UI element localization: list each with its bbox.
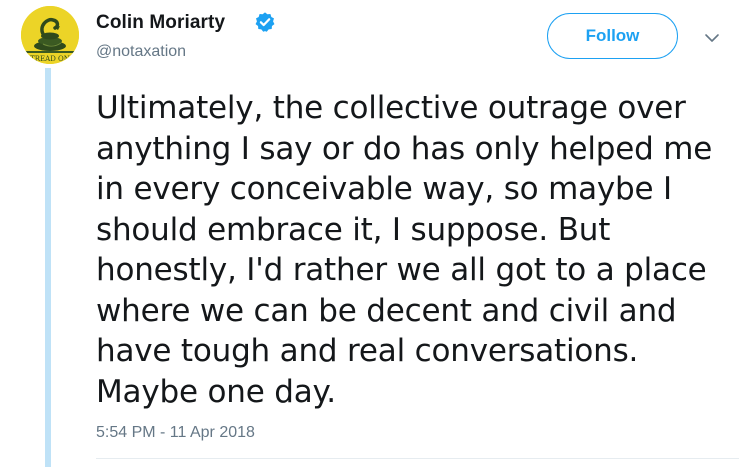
verified-badge-icon [255,12,275,32]
author-handle[interactable]: @notaxation [96,43,186,61]
divider [96,458,739,459]
tweet-text: Ultimately, the collective outrage over … [96,90,713,410]
author-display-name[interactable]: Colin Moriarty [96,12,225,34]
tweet-timestamp[interactable]: 5:54 PM - 11 Apr 2018 [96,424,255,442]
avatar[interactable]: TREAD ON [21,6,79,64]
follow-button[interactable]: Follow [547,13,678,59]
chevron-down-icon[interactable] [700,26,724,50]
gadsden-flag-snake-icon: TREAD ON [21,6,79,64]
thread-connector-line [45,68,51,467]
avatar-flag-text: TREAD ON [30,55,70,63]
